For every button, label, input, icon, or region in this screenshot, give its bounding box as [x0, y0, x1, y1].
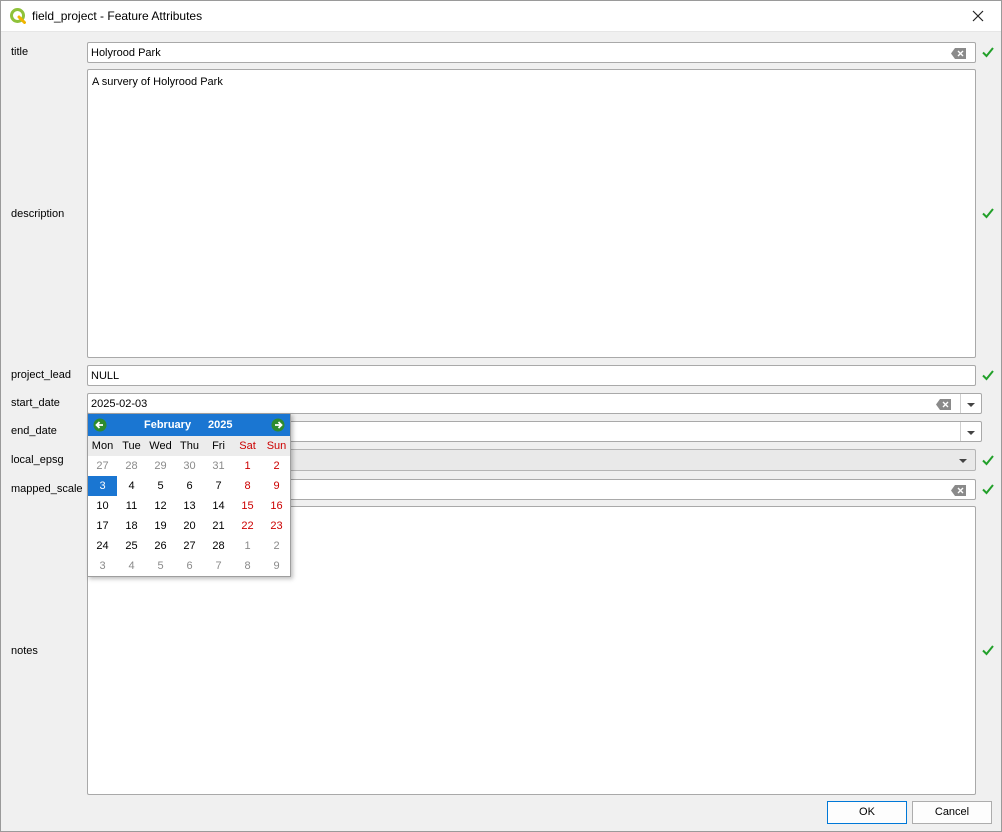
date-picker-popup: February 2025 Mon Tue Wed Thu Fri Sat Sun 27 28… — [87, 413, 291, 577]
project-lead-label: project_lead — [11, 369, 71, 381]
calendar-day[interactable]: 9 — [262, 476, 291, 496]
start-date-field[interactable]: 2025-02-03 — [87, 393, 982, 414]
calendar-day[interactable]: 8 — [233, 476, 262, 496]
window-title: field_project - Feature Attributes — [32, 9, 203, 23]
calendar-day[interactable]: 3 — [88, 556, 117, 576]
calendar-day-selected[interactable]: 3 — [88, 476, 117, 496]
calendar-day[interactable]: 9 — [262, 556, 291, 576]
notes-label: notes — [11, 645, 38, 657]
start-date-dropdown-button[interactable] — [960, 394, 981, 413]
calendar-day[interactable]: 15 — [233, 496, 262, 516]
calendar-header: February 2025 — [88, 414, 290, 436]
clear-text-icon[interactable] — [936, 399, 952, 410]
calendar-day[interactable]: 2 — [262, 456, 291, 476]
calendar-day[interactable]: 7 — [204, 476, 233, 496]
description-checkmark-icon — [982, 208, 994, 219]
weekday-header: Thu — [180, 440, 199, 452]
notes-checkmark-icon — [982, 645, 994, 656]
prev-month-arrow-icon[interactable] — [93, 418, 107, 432]
calendar-day[interactable]: 6 — [175, 476, 204, 496]
project-lead-checkmark-icon — [982, 370, 994, 381]
calendar-month[interactable]: February — [144, 419, 191, 431]
description-textarea[interactable]: A survery of Holyrood Park — [87, 69, 976, 358]
feature-attributes-dialog: field_project - Feature Attributes title… — [0, 0, 1002, 832]
calendar-day[interactable]: 23 — [262, 516, 291, 536]
clear-text-icon[interactable] — [951, 485, 967, 496]
calendar-day[interactable]: 31 — [204, 456, 233, 476]
calendar-day[interactable]: 19 — [146, 516, 175, 536]
calendar-day[interactable]: 14 — [204, 496, 233, 516]
mapped-scale-label: mapped_scale — [11, 483, 83, 495]
start-date-label: start_date — [11, 397, 60, 409]
close-button[interactable] — [955, 1, 1001, 32]
project-lead-field[interactable]: NULL — [87, 365, 976, 386]
calendar-day[interactable]: 16 — [262, 496, 291, 516]
description-value: A survery of Holyrood Park — [92, 76, 223, 88]
calendar-day[interactable]: 28 — [204, 536, 233, 556]
calendar-day[interactable]: 11 — [117, 496, 146, 516]
calendar-day[interactable]: 10 — [88, 496, 117, 516]
title-field[interactable]: Holyrood Park — [87, 42, 976, 63]
weekday-header: Wed — [149, 440, 172, 452]
start-date-value: 2025-02-03 — [91, 398, 148, 410]
weekday-header: Fri — [212, 440, 225, 452]
calendar-day[interactable]: 27 — [88, 456, 117, 476]
calendar-day[interactable]: 22 — [233, 516, 262, 536]
weekday-header: Tue — [122, 440, 141, 452]
calendar-day[interactable]: 28 — [117, 456, 146, 476]
project-lead-value: NULL — [91, 370, 120, 382]
end-date-label: end_date — [11, 425, 57, 437]
calendar-day[interactable]: 25 — [117, 536, 146, 556]
weekday-header: Sat — [239, 440, 256, 452]
calendar-day[interactable]: 1 — [233, 536, 262, 556]
mapped-scale-checkmark-icon — [982, 484, 994, 495]
calendar-day[interactable]: 27 — [175, 536, 204, 556]
weekday-header: Mon — [91, 440, 114, 452]
calendar-day[interactable]: 26 — [146, 536, 175, 556]
description-label: description — [11, 208, 65, 220]
calendar-day[interactable]: 30 — [175, 456, 204, 476]
calendar-day[interactable]: 1 — [233, 456, 262, 476]
calendar-day[interactable]: 12 — [146, 496, 175, 516]
end-date-dropdown-button[interactable] — [960, 422, 981, 441]
calendar-weekday-row: Mon Tue Wed Thu Fri Sat Sun — [88, 436, 290, 456]
calendar-day[interactable]: 17 — [88, 516, 117, 536]
cancel-button[interactable]: Cancel — [912, 801, 992, 824]
clear-text-icon[interactable] — [951, 48, 967, 59]
calendar-day[interactable]: 7 — [204, 556, 233, 576]
title-bar: field_project - Feature Attributes — [1, 1, 1001, 32]
calendar-day[interactable]: 29 — [146, 456, 175, 476]
calendar-day[interactable]: 6 — [175, 556, 204, 576]
local-epsg-checkmark-icon — [982, 455, 994, 466]
weekday-header: Sun — [266, 440, 287, 452]
ok-button[interactable]: OK — [827, 801, 907, 824]
title-checkmark-icon — [982, 47, 994, 58]
calendar-day[interactable]: 24 — [88, 536, 117, 556]
calendar-day[interactable]: 21 — [204, 516, 233, 536]
calendar-day[interactable]: 13 — [175, 496, 204, 516]
calendar-day[interactable]: 2 — [262, 536, 291, 556]
calendar-day[interactable]: 20 — [175, 516, 204, 536]
calendar-day[interactable]: 4 — [117, 556, 146, 576]
calendar-day[interactable]: 5 — [146, 556, 175, 576]
local-epsg-label: local_epsg — [11, 454, 64, 466]
calendar-year[interactable]: 2025 — [208, 419, 232, 431]
qgis-logo-icon — [10, 8, 26, 24]
title-value: Holyrood Park — [91, 47, 161, 59]
title-label: title — [11, 46, 29, 58]
close-icon — [972, 10, 984, 22]
calendar-day[interactable]: 4 — [117, 476, 146, 496]
next-month-arrow-icon[interactable] — [271, 418, 285, 432]
calendar-day[interactable]: 8 — [233, 556, 262, 576]
calendar-day[interactable]: 18 — [117, 516, 146, 536]
calendar-day[interactable]: 5 — [146, 476, 175, 496]
